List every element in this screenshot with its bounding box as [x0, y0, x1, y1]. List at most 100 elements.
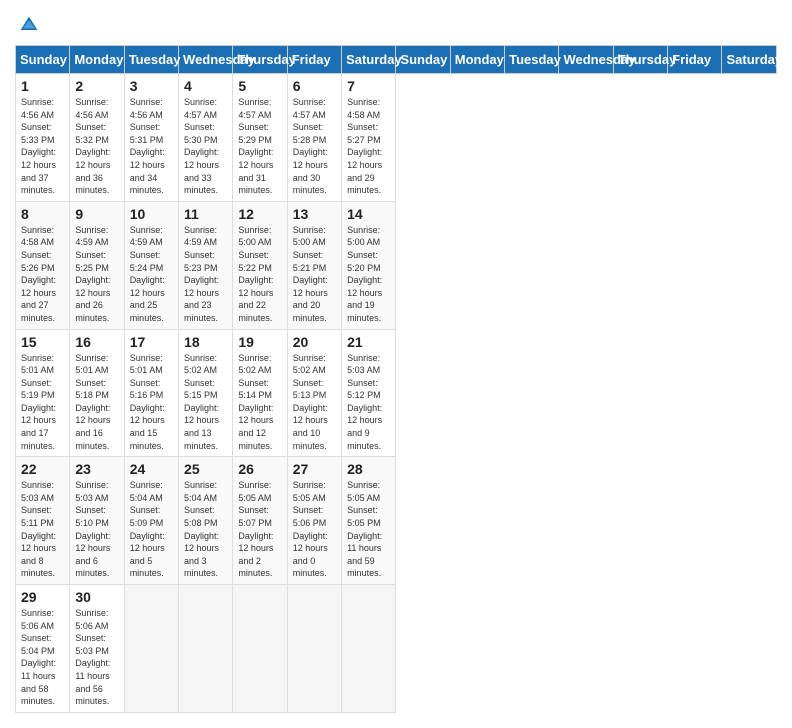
day-info: Sunrise: 4:56 AM Sunset: 5:33 PM Dayligh… [21, 96, 64, 197]
calendar-cell: 20 Sunrise: 5:02 AM Sunset: 5:13 PM Dayli… [287, 329, 341, 457]
day-number: 15 [21, 334, 64, 350]
day-info: Sunrise: 5:04 AM Sunset: 5:09 PM Dayligh… [130, 479, 173, 580]
calendar-cell: 22 Sunrise: 5:03 AM Sunset: 5:11 PM Dayli… [16, 457, 70, 585]
day-number: 19 [238, 334, 281, 350]
day-number: 6 [293, 78, 336, 94]
logo [15, 15, 39, 35]
day-info: Sunrise: 4:56 AM Sunset: 5:32 PM Dayligh… [75, 96, 118, 197]
header-sunday: Sunday [396, 46, 450, 74]
day-info: Sunrise: 5:01 AM Sunset: 5:16 PM Dayligh… [130, 352, 173, 453]
calendar-cell: 5 Sunrise: 4:57 AM Sunset: 5:29 PM Daylig… [233, 74, 287, 202]
header-day-saturday: Saturday [342, 46, 396, 74]
day-info: Sunrise: 4:57 AM Sunset: 5:28 PM Dayligh… [293, 96, 336, 197]
day-info: Sunrise: 4:57 AM Sunset: 5:29 PM Dayligh… [238, 96, 281, 197]
calendar-cell: 16Sunrise: 5:01 AM Sunset: 5:18 PM Dayli… [70, 329, 124, 457]
day-number: 23 [75, 461, 118, 477]
header-day-wednesday: Wednesday [179, 46, 233, 74]
day-number: 5 [238, 78, 281, 94]
day-number: 21 [347, 334, 390, 350]
calendar-week-row: 29 Sunrise: 5:06 AM Sunset: 5:04 PM Dayli… [16, 585, 777, 713]
day-number: 30 [75, 589, 118, 605]
header-day-monday: Monday [70, 46, 124, 74]
calendar-table: SundayMondayTuesdayWednesdayThursdayFrid… [15, 45, 777, 713]
day-number: 18 [184, 334, 227, 350]
calendar-cell: 7Sunrise: 4:58 AM Sunset: 5:27 PM Daylig… [342, 74, 396, 202]
calendar-cell: 11 Sunrise: 4:59 AM Sunset: 5:23 PM Dayli… [179, 201, 233, 329]
calendar-cell: 25Sunrise: 5:04 AM Sunset: 5:08 PM Dayli… [179, 457, 233, 585]
header-day-thursday: Thursday [233, 46, 287, 74]
day-info: Sunrise: 5:06 AM Sunset: 5:04 PM Dayligh… [21, 607, 64, 708]
day-info: Sunrise: 5:02 AM Sunset: 5:14 PM Dayligh… [238, 352, 281, 453]
calendar-cell: 17 Sunrise: 5:01 AM Sunset: 5:16 PM Dayli… [124, 329, 178, 457]
calendar-cell: 29 Sunrise: 5:06 AM Sunset: 5:04 PM Dayli… [16, 585, 70, 713]
day-number: 16 [75, 334, 118, 350]
day-info: Sunrise: 4:59 AM Sunset: 5:25 PM Dayligh… [75, 224, 118, 325]
calendar-cell [342, 585, 396, 713]
calendar-cell: 4 Sunrise: 4:57 AM Sunset: 5:30 PM Daylig… [179, 74, 233, 202]
calendar-cell: 26Sunrise: 5:05 AM Sunset: 5:07 PM Dayli… [233, 457, 287, 585]
day-number: 12 [238, 206, 281, 222]
day-number: 3 [130, 78, 173, 94]
header-day-sunday: Sunday [16, 46, 70, 74]
day-info: Sunrise: 5:00 AM Sunset: 5:22 PM Dayligh… [238, 224, 281, 325]
calendar-cell [179, 585, 233, 713]
day-number: 29 [21, 589, 64, 605]
calendar-cell: 10 Sunrise: 4:59 AM Sunset: 5:24 PM Dayli… [124, 201, 178, 329]
calendar-cell: 6 Sunrise: 4:57 AM Sunset: 5:28 PM Daylig… [287, 74, 341, 202]
day-info: Sunrise: 5:00 AM Sunset: 5:21 PM Dayligh… [293, 224, 336, 325]
calendar-cell: 27Sunrise: 5:05 AM Sunset: 5:06 PM Dayli… [287, 457, 341, 585]
header-wednesday: Wednesday [559, 46, 613, 74]
calendar-week-row: 15 Sunrise: 5:01 AM Sunset: 5:19 PM Dayli… [16, 329, 777, 457]
calendar-cell: 23 Sunrise: 5:03 AM Sunset: 5:10 PM Dayli… [70, 457, 124, 585]
day-info: Sunrise: 5:01 AM Sunset: 5:19 PM Dayligh… [21, 352, 64, 453]
page-header [15, 15, 777, 35]
day-info: Sunrise: 4:59 AM Sunset: 5:23 PM Dayligh… [184, 224, 227, 325]
day-info: Sunrise: 5:05 AM Sunset: 5:05 PM Dayligh… [347, 479, 390, 580]
day-info: Sunrise: 5:06 AM Sunset: 5:03 PM Dayligh… [75, 607, 118, 708]
calendar-cell [233, 585, 287, 713]
day-number: 2 [75, 78, 118, 94]
calendar-cell: 1 Sunrise: 4:56 AM Sunset: 5:33 PM Daylig… [16, 74, 70, 202]
day-info: Sunrise: 4:58 AM Sunset: 5:26 PM Dayligh… [21, 224, 64, 325]
day-number: 14 [347, 206, 390, 222]
header-saturday: Saturday [722, 46, 777, 74]
day-info: Sunrise: 5:02 AM Sunset: 5:15 PM Dayligh… [184, 352, 227, 453]
day-info: Sunrise: 5:03 AM Sunset: 5:11 PM Dayligh… [21, 479, 64, 580]
day-number: 1 [21, 78, 64, 94]
day-number: 22 [21, 461, 64, 477]
day-number: 28 [347, 461, 390, 477]
calendar-cell [124, 585, 178, 713]
calendar-cell: 9Sunrise: 4:59 AM Sunset: 5:25 PM Daylig… [70, 201, 124, 329]
day-info: Sunrise: 4:57 AM Sunset: 5:30 PM Dayligh… [184, 96, 227, 197]
day-number: 7 [347, 78, 390, 94]
calendar-cell: 12 Sunrise: 5:00 AM Sunset: 5:22 PM Dayli… [233, 201, 287, 329]
calendar-cell: 24 Sunrise: 5:04 AM Sunset: 5:09 PM Dayli… [124, 457, 178, 585]
day-number: 8 [21, 206, 64, 222]
calendar-cell: 21Sunrise: 5:03 AM Sunset: 5:12 PM Dayli… [342, 329, 396, 457]
day-info: Sunrise: 5:04 AM Sunset: 5:08 PM Dayligh… [184, 479, 227, 580]
day-number: 10 [130, 206, 173, 222]
day-info: Sunrise: 4:56 AM Sunset: 5:31 PM Dayligh… [130, 96, 173, 197]
day-info: Sunrise: 4:59 AM Sunset: 5:24 PM Dayligh… [130, 224, 173, 325]
day-info: Sunrise: 5:00 AM Sunset: 5:20 PM Dayligh… [347, 224, 390, 325]
calendar-cell: 3 Sunrise: 4:56 AM Sunset: 5:31 PM Daylig… [124, 74, 178, 202]
day-number: 20 [293, 334, 336, 350]
day-number: 24 [130, 461, 173, 477]
calendar-cell: 30 Sunrise: 5:06 AM Sunset: 5:03 PM Dayli… [70, 585, 124, 713]
day-number: 11 [184, 206, 227, 222]
day-number: 4 [184, 78, 227, 94]
header-monday: Monday [450, 46, 504, 74]
day-number: 13 [293, 206, 336, 222]
calendar-cell: 18 Sunrise: 5:02 AM Sunset: 5:15 PM Dayli… [179, 329, 233, 457]
day-info: Sunrise: 5:03 AM Sunset: 5:10 PM Dayligh… [75, 479, 118, 580]
calendar-cell: 13 Sunrise: 5:00 AM Sunset: 5:21 PM Dayli… [287, 201, 341, 329]
header-friday: Friday [668, 46, 722, 74]
day-info: Sunrise: 5:02 AM Sunset: 5:13 PM Dayligh… [293, 352, 336, 453]
calendar-cell: 28 Sunrise: 5:05 AM Sunset: 5:05 PM Dayli… [342, 457, 396, 585]
header-day-friday: Friday [287, 46, 341, 74]
day-info: Sunrise: 5:05 AM Sunset: 5:07 PM Dayligh… [238, 479, 281, 580]
day-number: 17 [130, 334, 173, 350]
calendar-cell: 19 Sunrise: 5:02 AM Sunset: 5:14 PM Dayli… [233, 329, 287, 457]
calendar-cell: 8 Sunrise: 4:58 AM Sunset: 5:26 PM Daylig… [16, 201, 70, 329]
calendar-week-row: 22 Sunrise: 5:03 AM Sunset: 5:11 PM Dayli… [16, 457, 777, 585]
